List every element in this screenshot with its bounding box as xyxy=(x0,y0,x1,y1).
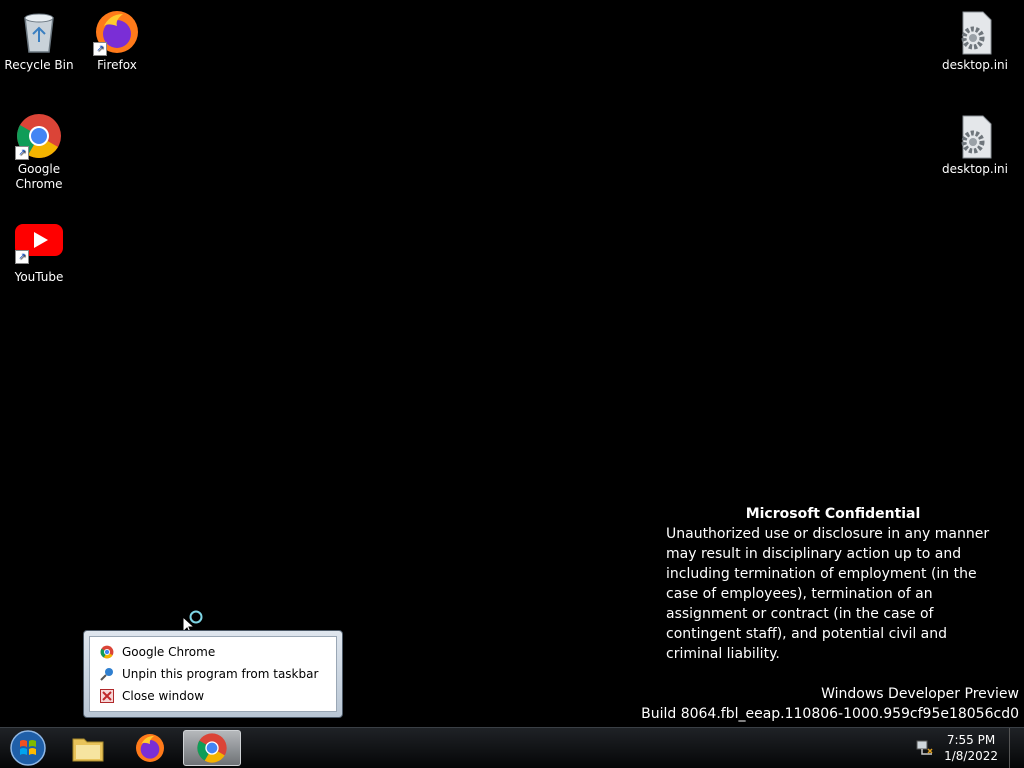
build-number: Build 8064.fbl_eeap.110806-1000.959cf95e… xyxy=(641,706,1019,722)
taskbar: 7:55 PM 1/8/2022 xyxy=(0,727,1024,768)
start-button[interactable] xyxy=(0,730,56,766)
jump-list-label: Google Chrome xyxy=(122,645,216,659)
jump-list-item-unpin[interactable]: Unpin this program from taskbar xyxy=(90,663,336,685)
windows-start-icon xyxy=(10,730,46,766)
folder-icon xyxy=(72,738,104,762)
clock-date: 1/8/2022 xyxy=(944,749,998,763)
chrome-icon xyxy=(100,645,114,659)
desktop-icon-label: Firefox xyxy=(97,58,137,72)
chrome-icon xyxy=(197,733,227,763)
desktop-icon-recycle-bin[interactable]: Recycle Bin xyxy=(0,8,78,73)
desktop-icon-label: desktop.ini xyxy=(942,58,1008,72)
show-desktop-button[interactable] xyxy=(1009,728,1024,768)
close-window-icon xyxy=(100,689,114,703)
taskbar-google-chrome[interactable] xyxy=(183,730,241,766)
clock-time: 7:55 PM xyxy=(946,733,996,747)
settings-file-icon xyxy=(951,112,999,160)
youtube-icon: ↗ xyxy=(15,220,63,268)
jump-list-item-google-chrome[interactable]: Google Chrome xyxy=(90,641,336,663)
watermark-title: Microsoft Confidential xyxy=(745,506,921,522)
desktop-icon-google-chrome[interactable]: ↗ Google Chrome xyxy=(0,112,78,192)
chrome-icon: ↗ xyxy=(15,112,63,160)
desktop-icon-firefox[interactable]: ↗ Firefox xyxy=(78,8,156,73)
shortcut-arrow-icon: ↗ xyxy=(15,250,29,264)
firefox-icon xyxy=(136,734,164,762)
jump-list-item-close-window[interactable]: Close window xyxy=(90,685,336,707)
network-icon[interactable] xyxy=(916,739,934,757)
desktop-icon-label: YouTube xyxy=(14,270,64,284)
jump-list-label: Unpin this program from taskbar xyxy=(122,667,319,681)
desktop-icon-desktop-ini-1[interactable]: desktop.ini xyxy=(936,8,1014,73)
desktop-icon-desktop-ini-2[interactable]: desktop.ini xyxy=(936,112,1014,177)
jump-list-label: Close window xyxy=(122,689,205,703)
taskbar-jump-list: Google Chrome Unpin this program from ta… xyxy=(83,630,343,718)
taskbar-file-explorer[interactable] xyxy=(60,730,116,766)
build-info: Windows Developer Preview Build 8064.fbl… xyxy=(641,684,1019,724)
recycle-bin-icon xyxy=(15,8,63,56)
system-clock[interactable]: 7:55 PM 1/8/2022 xyxy=(944,732,998,764)
shortcut-arrow-icon: ↗ xyxy=(93,42,107,56)
taskbar-firefox[interactable] xyxy=(122,730,178,766)
firefox-icon: ↗ xyxy=(93,8,141,56)
unpin-icon xyxy=(100,667,114,681)
desktop-icon-label: desktop.ini xyxy=(942,162,1008,176)
confidential-watermark: Microsoft Confidential Unauthorized use … xyxy=(666,504,1000,664)
desktop-icon-label: Google Chrome xyxy=(15,162,63,191)
windows-edition: Windows Developer Preview xyxy=(821,686,1019,702)
shortcut-arrow-icon: ↗ xyxy=(15,146,29,160)
desktop-icon-label: Recycle Bin xyxy=(4,58,74,72)
settings-file-icon xyxy=(951,8,999,56)
watermark-body: Unauthorized use or disclosure in any ma… xyxy=(666,526,990,662)
desktop-icon-youtube[interactable]: ↗ YouTube xyxy=(0,220,78,285)
